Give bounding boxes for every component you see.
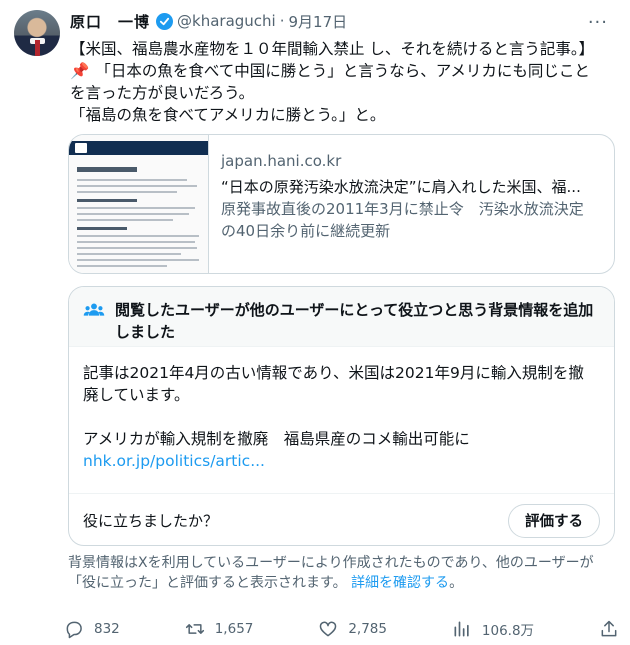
repost-count: 1,657 bbox=[214, 621, 254, 637]
author-name[interactable]: 原口 一博 bbox=[70, 11, 150, 32]
helpful-question: 役に立ちましたか？ bbox=[83, 512, 219, 530]
tweet-line: 📌 「日本の魚を食べて中国に勝とう」と言うなら、アメリカにも同じこと bbox=[70, 62, 590, 80]
pushpin-icon: 📌 bbox=[70, 62, 90, 80]
like-button[interactable]: 2,785 bbox=[318, 619, 387, 639]
link-thumbnail bbox=[69, 135, 209, 273]
tweet-header: 原口 一博 @kharaguchi · 9月17日 bbox=[70, 10, 347, 32]
community-note-body: 記事は2021年4月の古い情報であり、米国は2021年9月に輸入規制を撤 廃してい… bbox=[69, 347, 614, 472]
reply-button[interactable]: 832 bbox=[64, 619, 120, 639]
author-avatar[interactable] bbox=[14, 10, 60, 56]
header-separator: · bbox=[279, 12, 285, 30]
tweet-text: 【米国、福島農水産物を１０年間輸入禁止 し、それを続けると言う記事。】 📌 「日本… bbox=[70, 38, 615, 126]
reply-icon bbox=[66, 621, 82, 639]
like-count: 2,785 bbox=[348, 621, 387, 637]
link-domain: japan.hani.co.kr bbox=[221, 152, 342, 170]
link-description: 原発事故直後の2011年3月に禁止令 汚染水放流決定 の40日余り前に継続更新 bbox=[221, 200, 584, 240]
repost-button[interactable]: 1,657 bbox=[185, 619, 254, 639]
tweet-line: を言った方が良いだろう。 bbox=[70, 84, 255, 102]
tweet-line: 「福島の魚を食べてアメリカに勝とう。」と。 bbox=[70, 106, 386, 124]
more-options-icon[interactable]: ··· bbox=[588, 12, 608, 33]
note-text: 記事は2021年4月の古い情報であり、米国は2021年9月に輸入規制を撤 廃してい… bbox=[83, 364, 584, 404]
community-note-title: 閲覧したユーザーが他のユーザーにとって役立つと思う背景情報を追加しました bbox=[115, 301, 594, 341]
share-button[interactable] bbox=[599, 619, 619, 639]
link-card-body: japan.hani.co.kr “日本の原発汚染水放流決定”に肩入れした米国、… bbox=[209, 135, 614, 273]
avatar-tie bbox=[35, 40, 40, 56]
note-source-title: アメリカが輸入規制を撤廃 福島県産のコメ輸出可能に bbox=[83, 430, 470, 448]
share-icon bbox=[601, 620, 617, 637]
note-source-link[interactable]: nhk.or.jp/politics/artic... bbox=[83, 450, 600, 472]
views-button[interactable]: 106.8万 bbox=[452, 619, 534, 639]
tweet-action-bar: 832 1,657 2,785 106.8万 bbox=[64, 617, 619, 641]
community-note-header: 閲覧したユーザーが他のユーザーにとって役立つと思う背景情報を追加しました bbox=[69, 287, 614, 347]
tweet-date[interactable]: 9月17日 bbox=[289, 11, 348, 32]
people-icon bbox=[83, 303, 105, 316]
tweet-line: 【米国、福島農水産物を１０年間輸入禁止 し、それを続けると言う記事。】 bbox=[70, 40, 595, 58]
heart-icon bbox=[320, 621, 337, 637]
note-footnote: 背景情報はXを利用しているユーザーにより作成されたものであり、他のユーザーが「役… bbox=[68, 555, 594, 591]
learn-more-link[interactable]: 詳細を確認する bbox=[351, 575, 449, 591]
view-count: 106.8万 bbox=[481, 623, 535, 639]
link-preview-card[interactable]: japan.hani.co.kr “日本の原発汚染水放流決定”に肩入れした米国、… bbox=[68, 134, 615, 274]
author-handle[interactable]: @kharaguchi bbox=[177, 12, 276, 30]
repost-icon bbox=[185, 624, 204, 634]
views-chart-icon bbox=[454, 621, 469, 637]
reply-count: 832 bbox=[94, 621, 120, 637]
verified-badge-icon bbox=[156, 12, 174, 30]
link-title: “日本の原発汚染水放流決定”に肩入れした米国、福... bbox=[221, 178, 581, 196]
rate-button[interactable]: 評価する bbox=[508, 503, 600, 538]
community-note: 閲覧したユーザーが他のユーザーにとって役立つと思う背景情報を追加しました 記事は… bbox=[68, 286, 615, 546]
note-rating-bar: 役に立ちましたか？ 評価する bbox=[69, 493, 614, 545]
